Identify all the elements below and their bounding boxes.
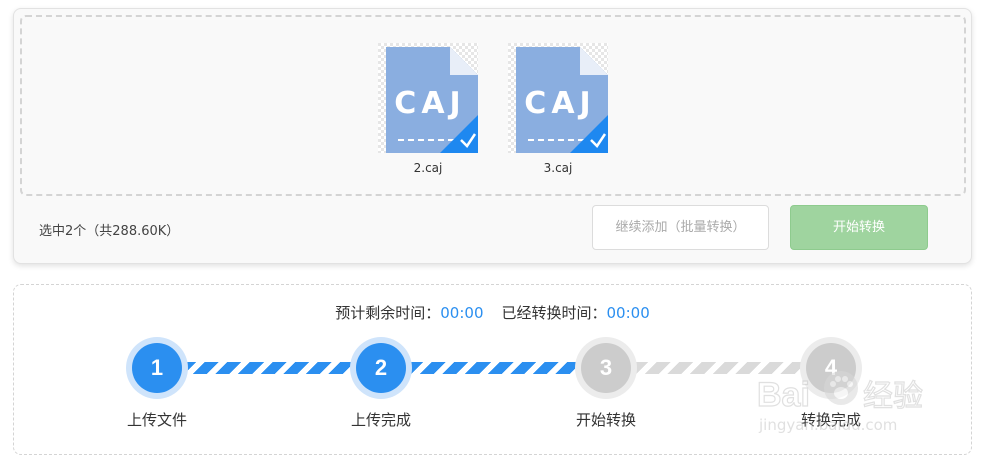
step-label: 开始转换: [575, 411, 636, 429]
file-name: 3.caj: [543, 161, 573, 175]
file-badge-text: CAJ: [524, 86, 595, 121]
step-2-indicator: 2: [350, 337, 412, 399]
step-label: 转换完成: [800, 411, 861, 429]
step-3-indicator: 3: [575, 337, 637, 399]
file-drop-zone[interactable]: CAJ 2.caj CAJ 3.caj: [20, 15, 966, 196]
step-1-indicator: 1: [126, 337, 188, 399]
continue-add-button[interactable]: 继续添加（批量转换）: [592, 205, 769, 250]
elapsed-time-label: 已经转换时间：: [501, 304, 607, 322]
file-item[interactable]: CAJ 2.caj: [378, 43, 478, 177]
step-number: 4: [806, 343, 856, 393]
caj-file-icon: CAJ: [508, 43, 608, 153]
upload-panel: CAJ 2.caj CAJ 3.caj 选中2个（共288.60K） 继续添加（…: [13, 8, 972, 264]
step-number: 3: [581, 343, 631, 393]
start-convert-button[interactable]: 开始转换: [790, 205, 928, 250]
progress-connector: [409, 362, 584, 374]
elapsed-time-value: 00:00: [606, 304, 650, 322]
step-4-indicator: 4: [800, 337, 862, 399]
progress-panel: 预计剩余时间：00:00 已经转换时间：00:00 1 2 3 4 上传文件 上传…: [13, 284, 972, 455]
file-item[interactable]: CAJ 3.caj: [508, 43, 608, 177]
step-number: 1: [132, 343, 182, 393]
selection-summary: 选中2个（共288.60K）: [39, 224, 180, 239]
step-label: 上传完成: [350, 411, 411, 429]
caj-file-icon: CAJ: [378, 43, 478, 153]
step-label: 上传文件: [126, 411, 187, 429]
remaining-time-value: 00:00: [440, 304, 484, 322]
file-badge-text: CAJ: [394, 86, 465, 121]
remaining-time-label: 预计剩余时间：: [335, 304, 441, 322]
time-row: 预计剩余时间：00:00 已经转换时间：00:00: [14, 302, 971, 323]
progress-connector: [634, 362, 809, 374]
progress-connector: [182, 362, 357, 374]
file-name: 2.caj: [413, 161, 443, 175]
step-number: 2: [356, 343, 406, 393]
